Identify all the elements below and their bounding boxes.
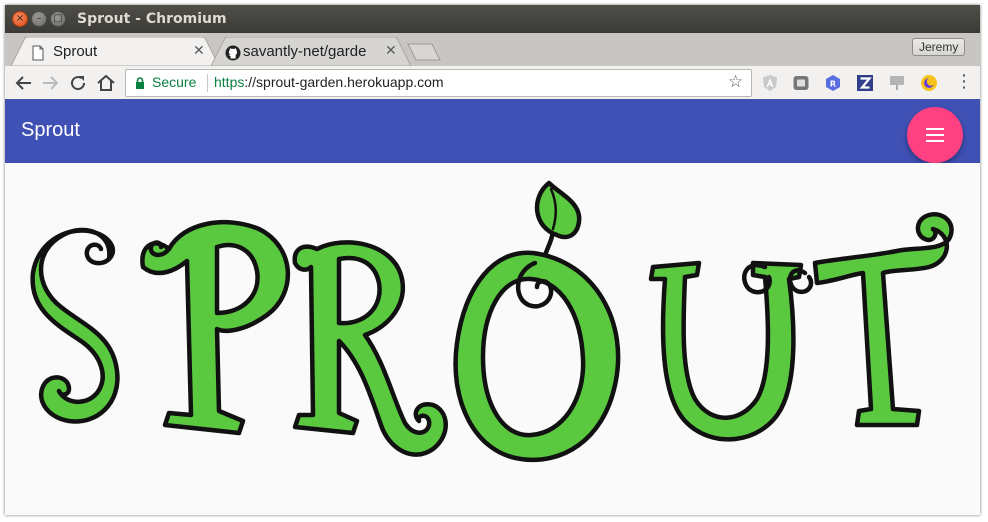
- back-arrow-icon[interactable]: [13, 72, 35, 94]
- page-content: [5, 163, 980, 515]
- address-bar[interactable]: Secure https://sprout-garden.herokuapp.c…: [125, 69, 752, 97]
- browser-window: × – □ Sprout - Chromium Sprout ✕ savantl…: [5, 5, 980, 515]
- security-label: Secure: [152, 74, 197, 90]
- reload-icon[interactable]: [67, 72, 89, 94]
- menu-fab-button[interactable]: [907, 107, 963, 163]
- browser-menu-icon[interactable]: ⋮: [955, 72, 973, 92]
- maximize-icon: □: [53, 13, 63, 24]
- logo-letter-r: [292, 240, 448, 457]
- url-scheme: https: [214, 74, 245, 90]
- close-icon: ×: [15, 13, 25, 24]
- moon-icon[interactable]: [920, 74, 938, 92]
- app-bar: Sprout: [5, 99, 980, 163]
- url-host: ://sprout-garden.herokuapp.com: [244, 74, 444, 90]
- lock-icon: [136, 77, 144, 89]
- url-text: https://sprout-garden.herokuapp.com: [214, 74, 444, 90]
- new-tab-button[interactable]: [407, 43, 441, 61]
- logo-leaf: [534, 180, 582, 240]
- presentation-icon[interactable]: [888, 74, 906, 92]
- tab-github[interactable]: savantly-net/garde ✕: [211, 37, 411, 66]
- tab-strip: Sprout ✕ savantly-net/garde ✕ Jeremy: [5, 33, 980, 66]
- zotero-icon[interactable]: [856, 74, 874, 92]
- logo-letter-s: [30, 227, 120, 424]
- home-icon[interactable]: [95, 72, 117, 94]
- address-separator: [207, 74, 208, 92]
- tab-title: savantly-net/garde: [243, 43, 367, 60]
- forward-arrow-icon[interactable]: [39, 72, 61, 94]
- pocket-icon[interactable]: [792, 74, 810, 92]
- window-maximize-button[interactable]: □: [50, 11, 66, 27]
- tab-close-icon[interactable]: ✕: [193, 43, 205, 59]
- logo-letter-t: [812, 212, 954, 428]
- tab-sprout[interactable]: Sprout ✕: [11, 37, 219, 66]
- r-extension-icon[interactable]: R: [824, 74, 842, 92]
- minimize-icon: –: [36, 13, 42, 24]
- page-icon: [32, 45, 44, 61]
- profile-button[interactable]: Jeremy: [912, 38, 966, 56]
- window-close-button[interactable]: ×: [12, 11, 28, 27]
- logo-letters: [30, 180, 954, 463]
- bookmark-star-icon[interactable]: ☆: [728, 72, 743, 92]
- tab-close-icon[interactable]: ✕: [385, 43, 397, 59]
- window-title: Sprout - Chromium: [77, 11, 227, 27]
- window-minimize-button[interactable]: –: [31, 11, 47, 27]
- svg-text:R: R: [830, 80, 836, 89]
- app-title: Sprout: [21, 119, 80, 141]
- title-bar: × – □ Sprout - Chromium: [5, 5, 980, 33]
- logo-letter-u: [648, 260, 804, 442]
- github-icon: [225, 45, 241, 61]
- logo-swirl: [84, 242, 112, 266]
- angular-icon[interactable]: [761, 74, 779, 92]
- sprout-logo: [30, 180, 954, 463]
- tab-title: Sprout: [53, 43, 98, 60]
- browser-toolbar: Secure https://sprout-garden.herokuapp.c…: [5, 66, 980, 100]
